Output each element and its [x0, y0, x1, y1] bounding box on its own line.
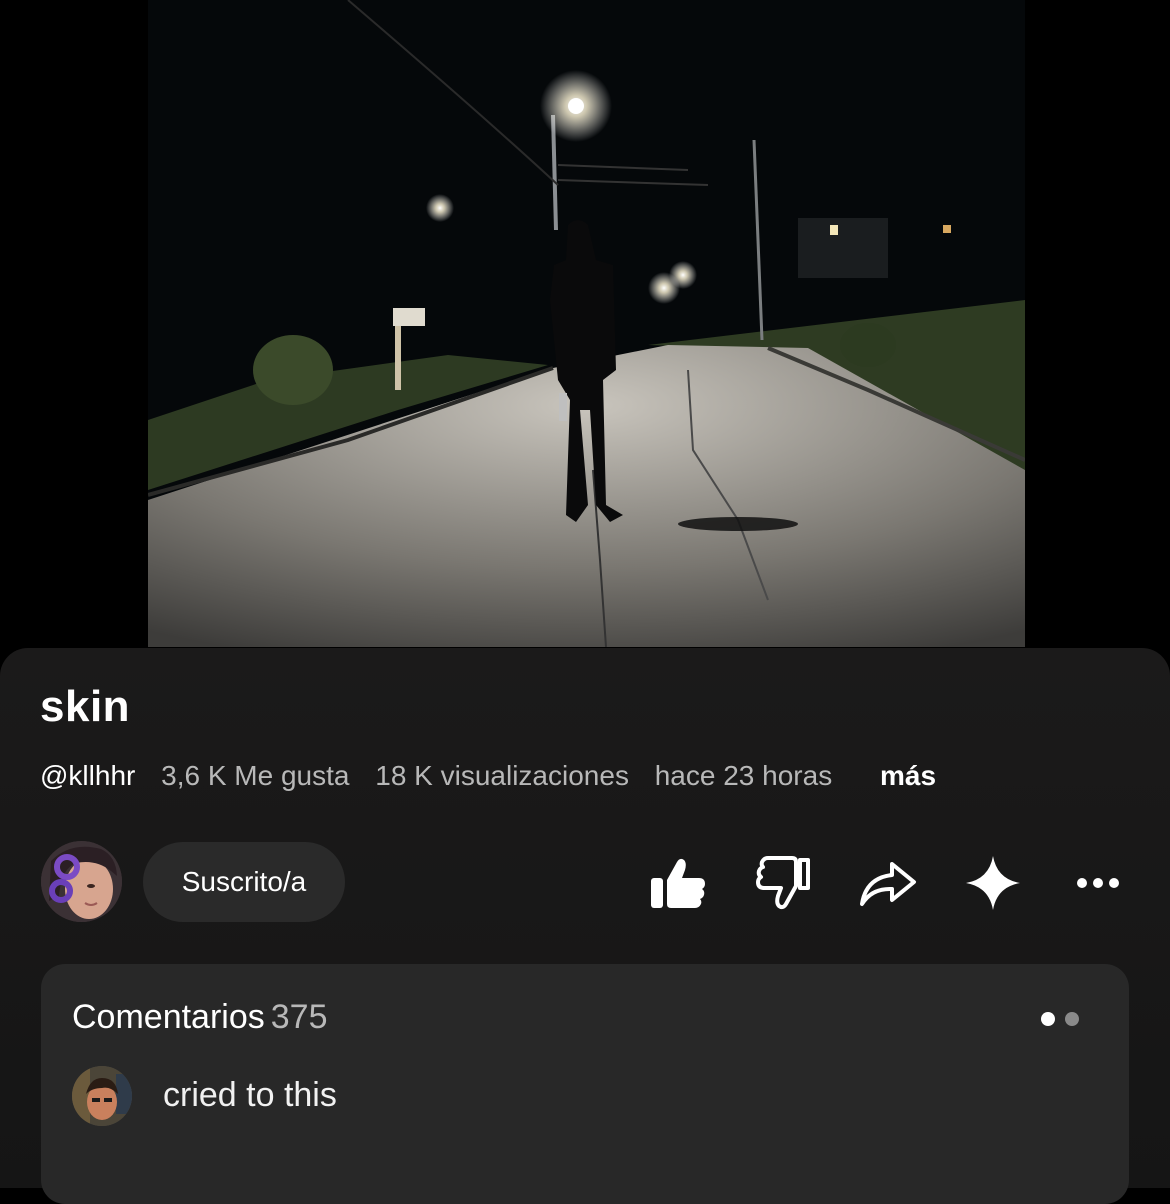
dot-inactive [1065, 1012, 1079, 1026]
commenter-avatar-image [72, 1066, 132, 1126]
comments-header: Comentarios 375 [72, 998, 327, 1037]
comments-count: 375 [270, 998, 328, 1036]
more-horizontal-icon [1077, 878, 1119, 888]
video-details-panel: skin @kllhhr 3,6 K Me gusta 18 K visuali… [0, 648, 1170, 1204]
like-button[interactable] [648, 853, 708, 913]
top-comment-text: cried to this [163, 1076, 337, 1114]
more-link[interactable]: más [880, 760, 936, 792]
video-still [148, 0, 1025, 647]
thumbs-down-icon [756, 856, 810, 910]
thumbs-up-icon [651, 858, 705, 908]
subscribed-button[interactable]: Suscrito/a [143, 842, 345, 922]
dot-active [1041, 1012, 1055, 1026]
remix-button[interactable] [963, 853, 1023, 913]
more-options-button[interactable] [1068, 853, 1128, 913]
video-frame[interactable] [148, 0, 1025, 647]
dislike-button[interactable] [755, 853, 815, 913]
comments-card[interactable]: Comentarios 375 cried to this [41, 964, 1129, 1204]
avatar-image [41, 841, 122, 922]
remix-sparkle-icon [966, 856, 1020, 910]
view-count: 18 K visualizaciones [375, 760, 629, 791]
video-player[interactable] [0, 0, 1170, 648]
channel-avatar[interactable] [41, 841, 122, 922]
share-icon [860, 862, 916, 906]
video-meta-row[interactable]: @kllhhr 3,6 K Me gusta 18 K visualizacio… [40, 760, 936, 792]
comments-label: Comentarios [72, 998, 265, 1036]
like-count: 3,6 K Me gusta [161, 760, 350, 791]
share-button[interactable] [858, 853, 918, 913]
carousel-dots [1041, 1012, 1079, 1026]
commenter-avatar [72, 1066, 132, 1126]
channel-handle[interactable]: @kllhhr [40, 760, 135, 792]
video-title: skin [40, 682, 131, 731]
upload-age: hace 23 horas [654, 760, 833, 791]
